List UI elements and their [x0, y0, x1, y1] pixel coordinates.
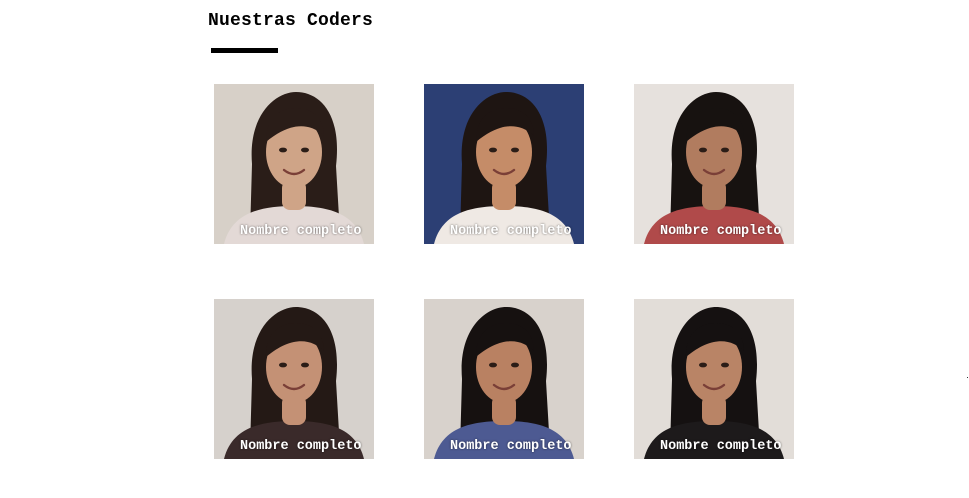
eye-shape — [301, 362, 309, 368]
coder-photo — [424, 84, 584, 244]
coder-card[interactable]: Nombre completo — [214, 84, 374, 244]
eye-shape — [511, 362, 519, 368]
coder-photo — [424, 299, 584, 459]
coder-card[interactable]: Nombre completo — [424, 299, 584, 459]
coder-name: Nombre completo — [240, 224, 362, 239]
stray-dot — [967, 377, 968, 378]
eye-shape — [511, 147, 519, 153]
coder-photo — [634, 299, 794, 459]
coder-name: Nombre completo — [450, 439, 572, 454]
coder-photo — [214, 84, 374, 244]
eye-shape — [721, 362, 729, 368]
coder-card[interactable]: Nombre completo — [424, 84, 584, 244]
coder-photo — [214, 299, 374, 459]
eye-shape — [279, 362, 287, 368]
coder-card[interactable]: Nombre completo — [634, 299, 794, 459]
section-title: Nuestras Coders — [208, 11, 374, 31]
coder-name: Nombre completo — [660, 439, 782, 454]
coder-photo — [634, 84, 794, 244]
eye-shape — [489, 362, 497, 368]
eye-shape — [279, 147, 287, 153]
eye-shape — [721, 147, 729, 153]
title-underline — [211, 48, 278, 53]
coder-card[interactable]: Nombre completo — [634, 84, 794, 244]
coder-name: Nombre completo — [660, 224, 782, 239]
eye-shape — [489, 147, 497, 153]
eye-shape — [699, 362, 707, 368]
eye-shape — [699, 147, 707, 153]
coder-name: Nombre completo — [240, 439, 362, 454]
eye-shape — [301, 147, 309, 153]
coder-name: Nombre completo — [450, 224, 572, 239]
coder-card[interactable]: Nombre completo — [214, 299, 374, 459]
